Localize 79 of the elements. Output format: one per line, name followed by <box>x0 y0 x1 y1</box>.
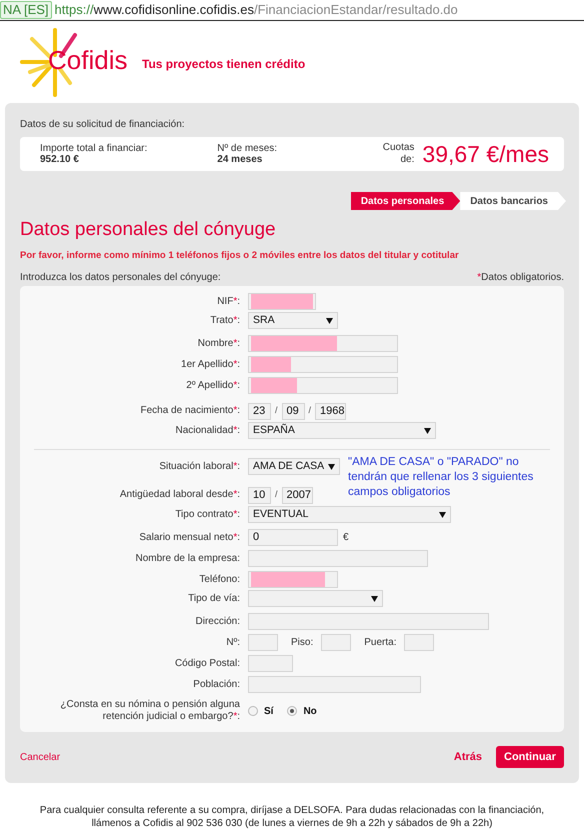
intro-text: Introduzca los datos personales del cónyuge: <box>20 272 221 284</box>
field-label: Nacionalidad*: <box>174 425 241 437</box>
dropdown[interactable]: SRA <box>248 312 338 329</box>
field-label: 2º Apellido*: <box>185 380 241 392</box>
text-field[interactable] <box>248 613 489 630</box>
field-label: Dirección: <box>194 616 241 628</box>
field-label: Fecha de nacimiento*: <box>139 405 241 417</box>
dropdown-arrow-icon <box>424 428 431 434</box>
field-label: Código Postal: <box>174 658 241 670</box>
currency-symbol: € <box>343 531 349 545</box>
url-text[interactable]: https://www.cofidisonline.cofidis.es/FinanciacionEstandar/resultado.do <box>54 0 458 20</box>
summary-label: Nº de meses: <box>217 143 278 154</box>
dropdown[interactable] <box>248 590 383 607</box>
field-label: Puerta: <box>364 636 396 650</box>
field-label: NIF*: <box>216 296 241 308</box>
field-label: Tipo de vía: <box>187 593 241 605</box>
summary-label: Importe total a financiar: <box>40 143 148 154</box>
field-label: 1er Apellido*: <box>180 358 241 370</box>
tagline: Tus proyectos tienen crédito <box>142 56 306 73</box>
field-label: Tipo contrato*: <box>174 509 241 521</box>
text-field[interactable] <box>248 377 398 394</box>
text-field[interactable] <box>248 293 316 310</box>
summary-value: 24 meses <box>217 154 264 165</box>
field-label: Piso: <box>291 636 314 650</box>
text-field[interactable] <box>248 634 278 651</box>
dropdown-arrow-icon <box>326 318 333 324</box>
text-field[interactable] <box>248 356 398 373</box>
field-label: Nombre de la empresa: <box>134 552 241 564</box>
annotation-text: "AMA DE CASA" o "PARADO" no tendrán que rellenar los 3 siguientes campos obligatorios <box>348 455 534 500</box>
date-field[interactable]: 2007 <box>282 486 313 504</box>
field-label: Teléfono: <box>198 574 241 586</box>
logo-text: Cofidis <box>48 47 128 73</box>
text-field[interactable] <box>248 655 293 672</box>
radio-button[interactable] <box>287 706 298 716</box>
text-field[interactable] <box>248 676 421 693</box>
security-badge[interactable]: NA [ES] <box>0 1 52 19</box>
date-field[interactable]: 23 <box>248 402 271 420</box>
text-field[interactable] <box>248 335 398 352</box>
field-label: ¿Consta en su nómina o pensión alguna retención judicial o embargo?*: <box>59 699 241 723</box>
step-tab[interactable]: Datos personales <box>350 192 460 210</box>
date-separator: / <box>308 404 312 418</box>
field-label: Nombre*: <box>196 338 241 350</box>
field-label: Situación laboral*: <box>158 461 241 473</box>
footer-text: Para cualquier consulta referente a su compra, diríjase a DELSOFA. Para dudas relacionadas con la financiación, llámenos a Cofidis al 902 536 030 (de lunes a viernes de 9h a 22h y sábados de 9h a 22h) <box>38 804 546 830</box>
dropdown[interactable]: ESPAÑA <box>248 422 436 439</box>
date-field[interactable]: 10 <box>248 486 271 504</box>
dropdown[interactable]: EVENTUAL <box>248 506 451 523</box>
summary-heading: Datos de su solicitud de financiación: <box>20 119 186 131</box>
text-field[interactable] <box>248 571 338 588</box>
dropdown-arrow-icon <box>328 464 335 470</box>
text-field[interactable] <box>321 634 352 651</box>
cancel-link[interactable]: Cancelar <box>20 750 60 764</box>
field-label: Antigüedad laboral desde*: <box>118 489 241 501</box>
dropdown[interactable]: AMA DE CASA <box>248 458 340 475</box>
notice-text: Por favor, informe como mínimo 1 teléfonos fijos o 2 móviles entre los datos del titular y cotitular <box>20 250 460 262</box>
radio-button[interactable] <box>248 706 258 716</box>
field-label: Población: <box>192 678 241 690</box>
dropdown-arrow-icon <box>439 512 446 518</box>
continue-button[interactable]: Continuar <box>496 746 564 768</box>
required-note: *Datos obligatorios. <box>477 272 564 284</box>
date-field[interactable]: 09 <box>282 402 305 420</box>
field-label: Trato*: <box>209 315 241 327</box>
text-field[interactable] <box>404 634 434 651</box>
quota-label: Cuotas de: <box>382 142 414 166</box>
quota-value: 39,67 €/mes <box>422 140 549 169</box>
back-link[interactable]: Atrás <box>454 748 482 766</box>
field-label: Salario mensual neto*: <box>138 532 241 544</box>
radio-label: No <box>303 704 317 718</box>
text-field[interactable]: 0 <box>248 529 338 546</box>
field-label: Nº: <box>225 636 241 648</box>
date-separator: / <box>275 404 278 418</box>
date-separator: / <box>275 488 278 502</box>
summary-value: 952.10 € <box>40 154 80 165</box>
step-tab[interactable]: Datos bancarios <box>460 192 566 210</box>
date-field[interactable]: 1968 <box>315 402 346 420</box>
dropdown-arrow-icon <box>371 596 378 602</box>
page-title: Datos personales del cónyuge <box>20 218 277 242</box>
text-field[interactable] <box>248 550 428 567</box>
radio-label: Sí <box>264 704 274 718</box>
